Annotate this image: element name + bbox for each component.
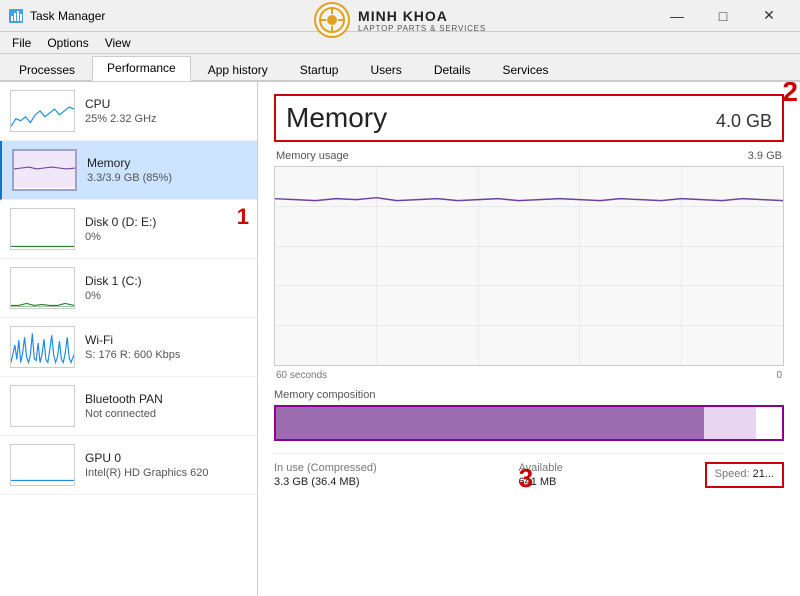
gpu-info: GPU 0 Intel(R) HD Graphics 620 <box>85 451 209 479</box>
composition-label: Memory composition <box>274 389 784 401</box>
title-text: Task Manager <box>30 9 105 23</box>
bluetooth-detail: Not connected <box>85 408 163 420</box>
memory-thumbnail <box>12 149 77 191</box>
composition-available <box>704 407 756 439</box>
disk1-info: Disk 1 (C:) 0% <box>85 274 142 302</box>
usage-row: Memory usage 3.9 GB <box>274 150 784 162</box>
maximize-button[interactable]: □ <box>700 0 746 32</box>
gpu-detail: Intel(R) HD Graphics 620 <box>85 467 209 479</box>
cpu-info: CPU 25% 2.32 GHz <box>85 97 157 125</box>
annotation-2: 2 <box>782 82 798 108</box>
panel-header: Memory 4.0 GB <box>274 94 784 142</box>
tab-details[interactable]: Details <box>419 58 486 81</box>
usage-value: 3.9 GB <box>748 150 782 162</box>
tab-services[interactable]: Services <box>488 58 564 81</box>
speed-value: 21... <box>753 468 774 480</box>
bluetooth-info: Bluetooth PAN Not connected <box>85 392 163 420</box>
bluetooth-thumbnail <box>10 385 75 427</box>
title-bar: Task Manager MINH KHOA LAPTOP PARTS & SE… <box>0 0 800 32</box>
composition-used <box>276 407 704 439</box>
tab-startup[interactable]: Startup <box>285 58 354 81</box>
gpu-thumbnail <box>10 444 75 486</box>
speed-label: Speed: <box>715 468 750 480</box>
time-left: 60 seconds <box>276 370 327 381</box>
sidebar-item-disk0[interactable]: Disk 0 (D: E:) 0% 1 <box>0 200 257 259</box>
memory-detail: 3.3/3.9 GB (85%) <box>87 172 172 184</box>
memory-info: Memory 3.3/3.9 GB (85%) <box>87 156 172 184</box>
brand-logo: MINH KHOA LAPTOP PARTS & SERVICES <box>314 2 486 38</box>
annotation-3: 3 <box>519 463 533 494</box>
brand-subtitle: LAPTOP PARTS & SERVICES <box>358 24 486 33</box>
usage-label: Memory usage <box>276 150 349 162</box>
in-use-value: 3.3 GB (36.4 MB) <box>274 476 377 488</box>
taskmanager-icon <box>8 8 24 24</box>
brand-text: MINH KHOA LAPTOP PARTS & SERVICES <box>358 8 486 33</box>
menu-file[interactable]: File <box>4 34 39 52</box>
cpu-thumbnail <box>10 90 75 132</box>
tab-app-history[interactable]: App history <box>193 58 283 81</box>
right-panel: Memory 4.0 GB 2 Memory usage 3.9 GB <box>258 82 800 596</box>
minimize-button[interactable]: — <box>654 0 700 32</box>
wifi-thumbnail <box>10 326 75 368</box>
in-use-label: In use (Compressed) <box>274 462 377 474</box>
disk1-detail: 0% <box>85 290 142 302</box>
bottom-stats-container: In use (Compressed) 3.3 GB (36.4 MB) Ava… <box>274 453 784 488</box>
sidebar: CPU 25% 2.32 GHz Memory 3.3/3.9 GB (85%) <box>0 82 258 596</box>
wifi-info: Wi-Fi S: 176 R: 600 Kbps <box>85 333 180 361</box>
sidebar-item-wifi[interactable]: Wi-Fi S: 176 R: 600 Kbps <box>0 318 257 377</box>
sidebar-item-memory[interactable]: Memory 3.3/3.9 GB (85%) <box>0 141 257 200</box>
stat-in-use: In use (Compressed) 3.3 GB (36.4 MB) <box>274 462 377 488</box>
window-controls: — □ ✕ <box>654 0 792 32</box>
tab-processes[interactable]: Processes <box>4 58 90 81</box>
memory-composition-bar <box>274 405 784 441</box>
panel-title: Memory <box>286 102 387 134</box>
composition-free <box>756 407 782 439</box>
tab-bar: Processes Performance App history Startu… <box>0 54 800 82</box>
cpu-detail: 25% 2.32 GHz <box>85 113 157 125</box>
menu-options[interactable]: Options <box>39 34 96 52</box>
wifi-label: Wi-Fi <box>85 333 180 347</box>
disk1-thumbnail <box>10 267 75 309</box>
wifi-detail: S: 176 R: 600 Kbps <box>85 349 180 361</box>
cpu-label: CPU <box>85 97 157 111</box>
time-right: 0 <box>776 370 782 381</box>
annotation-1: 1 <box>237 204 249 230</box>
sidebar-item-cpu[interactable]: CPU 25% 2.32 GHz <box>0 82 257 141</box>
speed-box: Speed: 21... <box>705 462 784 488</box>
disk0-thumbnail <box>10 208 75 250</box>
tab-users[interactable]: Users <box>355 58 416 81</box>
bluetooth-label: Bluetooth PAN <box>85 392 163 406</box>
menu-view[interactable]: View <box>97 34 139 52</box>
tab-performance[interactable]: Performance <box>92 56 191 81</box>
disk0-detail: 0% <box>85 231 156 243</box>
disk0-info: Disk 0 (D: E:) 0% <box>85 215 156 243</box>
sidebar-item-bluetooth[interactable]: Bluetooth PAN Not connected <box>0 377 257 436</box>
disk1-label: Disk 1 (C:) <box>85 274 142 288</box>
brand-name: MINH KHOA <box>358 8 486 24</box>
memory-graph <box>274 166 784 366</box>
disk0-label: Disk 0 (D: E:) <box>85 215 156 229</box>
graph-time-labels: 60 seconds 0 <box>274 370 784 381</box>
gpu-label: GPU 0 <box>85 451 209 465</box>
sidebar-item-gpu[interactable]: GPU 0 Intel(R) HD Graphics 620 <box>0 436 257 495</box>
main-content: CPU 25% 2.32 GHz Memory 3.3/3.9 GB (85%) <box>0 82 800 596</box>
sidebar-item-disk1[interactable]: Disk 1 (C:) 0% <box>0 259 257 318</box>
panel-total-size: 4.0 GB <box>716 111 772 132</box>
logo-icon <box>314 2 350 38</box>
memory-label: Memory <box>87 156 172 170</box>
close-button[interactable]: ✕ <box>746 0 792 32</box>
